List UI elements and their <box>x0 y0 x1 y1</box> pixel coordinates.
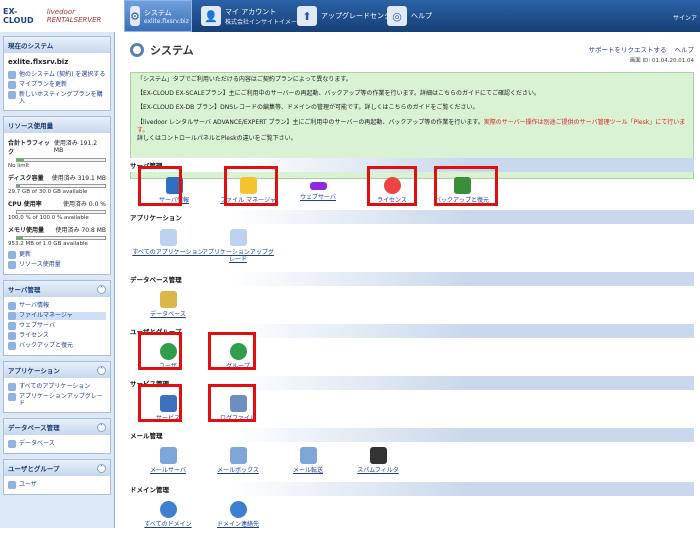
gear-icon <box>130 43 144 57</box>
highlight-log-files <box>208 384 256 422</box>
app-upgrade-item[interactable]: アプリケーションアップグレード <box>202 226 274 263</box>
site-name: exlite.flxsrv.biz <box>8 58 69 66</box>
sidebar-item-backup[interactable]: バックアップと復元 <box>8 342 106 350</box>
sidebar-item-server-info[interactable]: サーバ情報 <box>8 302 106 310</box>
top-navigation-bar: EX-CLOUD livedoor RENTALSERVER ⚙ システム exl… <box>0 0 700 32</box>
spam-filter-item[interactable]: スパムフィルタ <box>342 444 414 474</box>
users-box: ユーザとグループ ˄ ユーザ <box>3 459 111 495</box>
signout-link[interactable]: サインア <box>673 13 697 22</box>
window-icon <box>159 229 177 246</box>
upgrade-icon: ⬆ <box>297 6 317 26</box>
tab-help[interactable]: ◎ ヘルプ <box>382 0 437 32</box>
highlight-server-info <box>138 166 182 206</box>
section-mail: メール管理 メールサーバ メールボックス メール転送 スパムフィルタ <box>130 428 694 486</box>
plan-icon <box>8 81 16 89</box>
account-icon: 👤 <box>201 6 221 26</box>
collapse-icon[interactable]: ˄ <box>97 284 106 294</box>
highlight-license <box>367 166 417 206</box>
resource-disk: ディスク容量 使用済み 319.1 MB 29.7 GB of 30.0 GB a… <box>8 175 106 195</box>
database-item[interactable]: データベース <box>132 288 204 318</box>
sidebar-item-web-server[interactable]: ウェブサーバ <box>8 322 106 330</box>
request-support-link[interactable]: サポートをリクエストする <box>589 44 667 54</box>
resource-usage-link[interactable]: リソース使用量 <box>8 261 106 269</box>
mail-server-item[interactable]: メールサーバ <box>132 444 204 474</box>
livedoor-logo: livedoor RENTALSERVER <box>46 8 102 24</box>
sidebar-item-users[interactable]: ユーザ <box>8 481 106 489</box>
server-management-box: サーバ管理 ˄ サーバ情報 ファイルマネージャ ウェブサーバ ライセンス バックア… <box>3 280 111 356</box>
current-system-box: 現在のシステム exlite.flxsrv.biz 他のシステム (契約) を選… <box>3 36 111 111</box>
sidebar-item-database[interactable]: データベース <box>8 440 106 448</box>
feather-icon <box>309 182 327 190</box>
highlight-backup <box>434 166 498 206</box>
collapse-icon[interactable]: ˄ <box>97 365 106 375</box>
section-applications: アプリケーション すべてのアプリケーション アプリケーションアップグレード <box>130 210 694 274</box>
mail-forward-item[interactable]: メール転送 <box>272 444 344 474</box>
all-domains-item[interactable]: すべてのドメイン <box>132 498 204 528</box>
section-database: データベース管理 データベース <box>130 272 694 326</box>
mail-server-icon <box>159 447 177 464</box>
sidebar-item-all-apps[interactable]: すべてのアプリケーション <box>8 383 106 391</box>
page-title: システム <box>130 42 194 58</box>
resource-traffic: 合計トラフィック 使用済み 191.2 MB No limit <box>8 138 106 169</box>
tab-system[interactable]: ⚙ システム exlite.flxsrv.biz <box>124 0 192 32</box>
chart-icon <box>8 261 16 269</box>
sidebar-item-file-manager[interactable]: ファイルマネージャ <box>8 312 106 320</box>
window-icon <box>229 229 247 246</box>
switch-icon <box>8 71 16 79</box>
system-icon: ⚙ <box>130 6 140 26</box>
help-link[interactable]: ヘルプ <box>675 44 695 54</box>
database-box: データベース管理 ˄ データベース <box>3 418 111 454</box>
select-system-link[interactable]: 他のシステム (契約) を選択する <box>8 71 106 79</box>
sidebar-item-license[interactable]: ライセンス <box>8 332 106 340</box>
buy-plan-link[interactable]: 新しいホスティングプランを購入 <box>8 91 106 105</box>
web-server-item[interactable]: ウェブサーバ <box>282 174 354 201</box>
domain-contacts-item[interactable]: ドメイン連絡先 <box>202 498 274 528</box>
globe-icon <box>159 501 177 518</box>
update-plan-link[interactable]: マイプランを更新 <box>8 81 106 89</box>
main-content: システム サポートをリクエストする ヘルプ 画面 ID: 01.04.20.01… <box>124 32 700 528</box>
logo: EX-CLOUD livedoor RENTALSERVER <box>0 0 124 32</box>
spam-filter-icon <box>369 447 387 464</box>
highlight-users <box>138 332 182 370</box>
highlight-services <box>138 384 182 422</box>
sidebar: 現在のシステム exlite.flxsrv.biz 他のシステム (契約) を選… <box>0 32 115 528</box>
resource-memory: メモリ使用量 使用済み 70.8 MB 953.2 MB of 1.0 GB av… <box>8 227 106 247</box>
section-domains: ドメイン管理 すべてのドメイン ドメイン連絡先 <box>130 482 694 540</box>
refresh-link[interactable]: 更新 <box>8 251 106 259</box>
lifebuoy-icon: ◎ <box>387 6 407 26</box>
ex-cloud-logo: EX-CLOUD <box>3 7 34 25</box>
mailbox-item[interactable]: メールボックス <box>202 444 274 474</box>
refresh-icon <box>8 251 16 259</box>
collapse-icon[interactable]: ˄ <box>97 422 106 432</box>
sidebar-item-app-upgrade[interactable]: アプリケーションアップグレード <box>8 393 106 407</box>
mail-forward-icon <box>299 447 317 464</box>
applications-box: アプリケーション ˄ すべてのアプリケーション アプリケーションアップグレード <box>3 361 111 413</box>
resource-cpu: CPU 使用率 使用済み 0.0 % 100.0 % of 100.0 % ava… <box>8 201 106 221</box>
screen-id: 画面 ID: 01.04.20.01.04 <box>629 58 694 64</box>
mailbox-icon <box>229 447 247 464</box>
highlight-groups <box>208 332 256 370</box>
all-apps-item[interactable]: すべてのアプリケーション <box>132 226 204 256</box>
cart-icon <box>8 91 16 99</box>
highlight-file-manager <box>224 166 278 206</box>
database-icon <box>159 291 177 308</box>
resource-usage-box: リソース使用量 合計トラフィック 使用済み 191.2 MB No limit デ… <box>3 116 111 275</box>
globe-icon <box>229 501 247 518</box>
collapse-icon[interactable]: ˄ <box>97 463 106 473</box>
